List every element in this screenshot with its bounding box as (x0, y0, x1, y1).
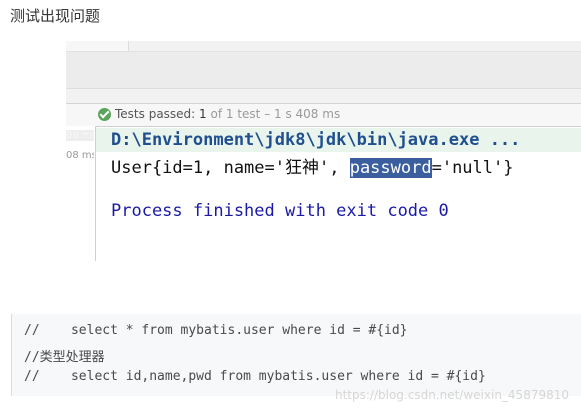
code-block: // select * from mybatis.user where id =… (11, 314, 581, 396)
console-process-finished: Process finished with exit code 0 (111, 201, 449, 221)
ide-tab-notch (66, 41, 129, 51)
status-label: Tests passed: (115, 107, 196, 121)
code-line: //类型处理器 (24, 350, 105, 365)
test-tree-time-1[interactable]: 08 ms (66, 130, 94, 141)
console-output[interactable]: D:\Environment\jdk8\jdk\bin\java.exe ...… (96, 126, 581, 261)
console-selected-text: password (349, 158, 432, 178)
check-circle-icon (98, 108, 111, 121)
ide-top-strip (66, 41, 581, 52)
test-status-bar: Tests passed: 1 of 1 test – 1 s 408 ms (66, 104, 581, 127)
watermark: https://blog.csdn.net/weixin_45879810 (334, 388, 569, 402)
page-heading: 测试出现问题 (10, 7, 101, 25)
console-java-path: D:\Environment\jdk8\jdk\bin\java.exe ... (111, 130, 521, 150)
console-user-text-end: ='null'} (431, 158, 514, 178)
test-tree-time-2[interactable]: 08 ms (66, 150, 94, 161)
code-line: // select id,name,pwd from mybatis.user … (24, 369, 486, 384)
console-user-output: User{id=1, name='狂神', password='null'} (111, 153, 513, 178)
test-tree-panel[interactable]: 08 ms 08 ms (66, 126, 96, 261)
code-line: // select * from mybatis.user where id =… (24, 323, 408, 338)
status-passed-count: 1 (199, 107, 207, 121)
ide-toolbar-gap (66, 89, 581, 104)
console-user-text: User{id=1, name='狂神', (111, 158, 350, 178)
test-status-text: Tests passed: 1 of 1 test – 1 s 408 ms (115, 107, 340, 121)
status-detail: of 1 test – 1 s 408 ms (210, 107, 341, 121)
ide-toolbar (66, 52, 581, 89)
